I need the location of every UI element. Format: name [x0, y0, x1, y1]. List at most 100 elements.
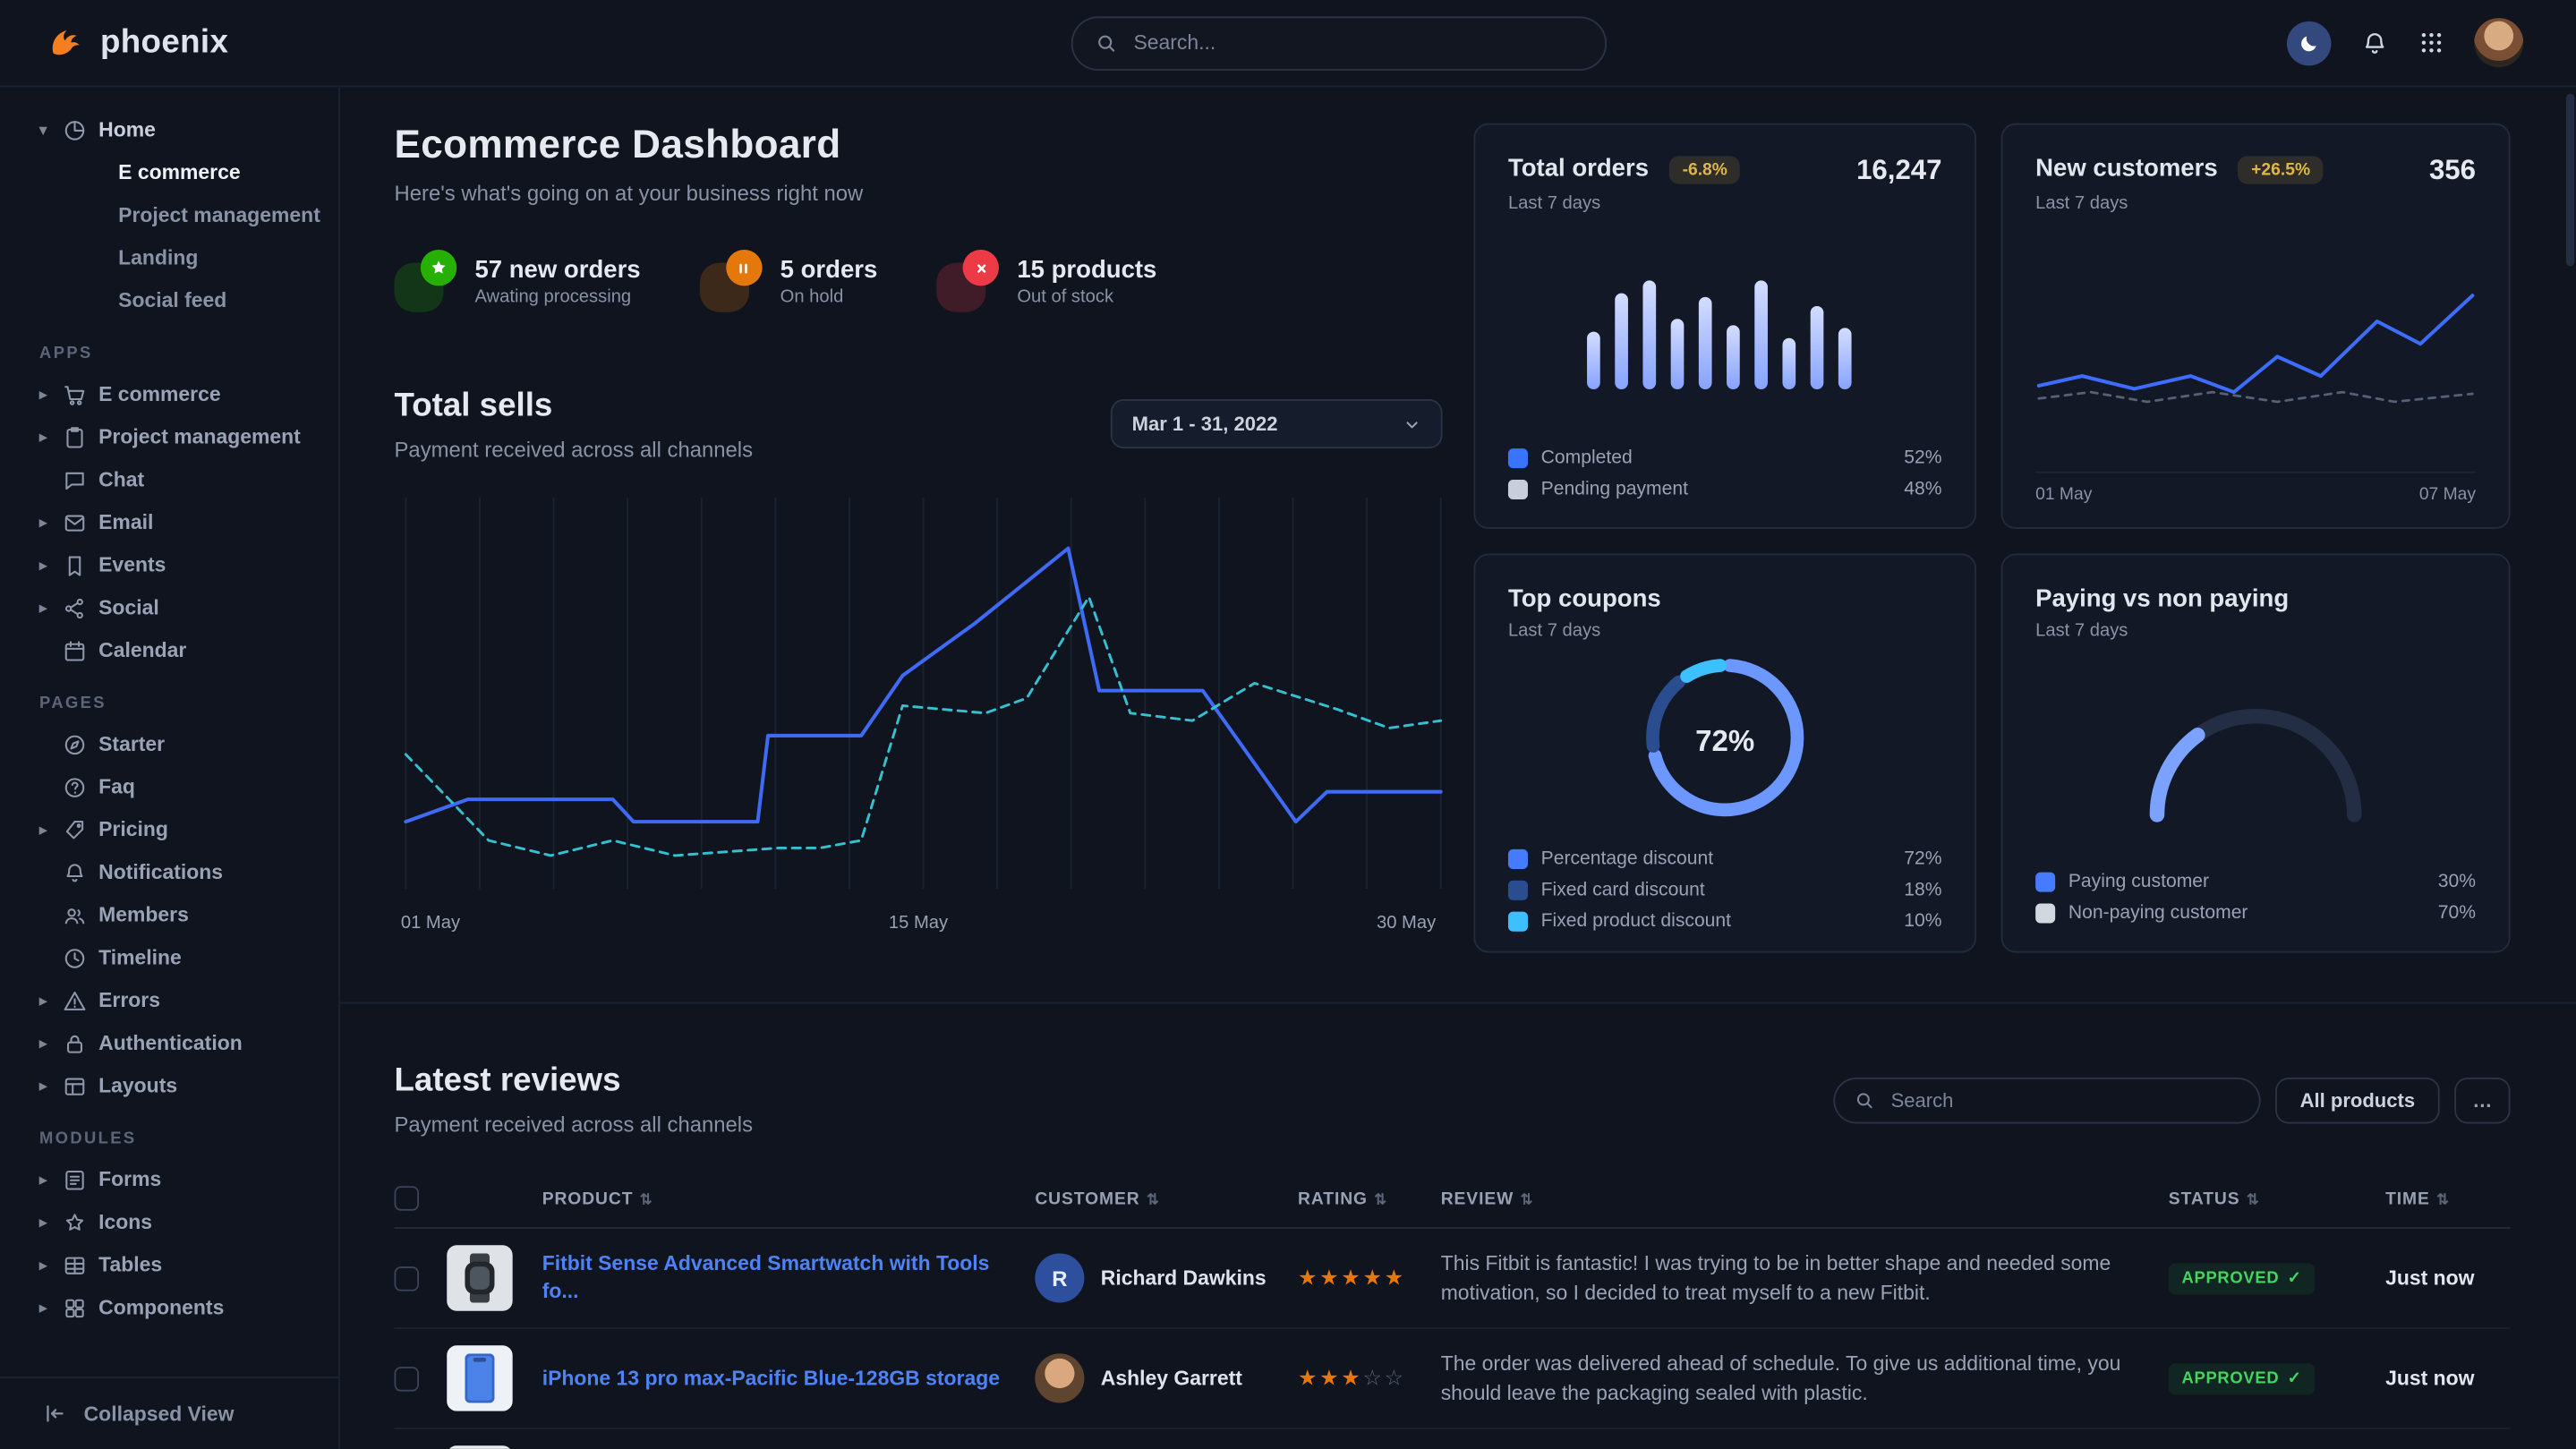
select-all-checkbox[interactable]	[395, 1186, 420, 1211]
collapse-view-button[interactable]: Collapsed View	[0, 1377, 338, 1449]
sidebar-item-starter[interactable]: Starter	[0, 723, 338, 766]
sidebar-item-timeline[interactable]: Timeline	[0, 936, 338, 979]
sidebar-item-label: Timeline	[98, 946, 182, 969]
sidebar-item-label: Email	[98, 511, 153, 534]
stat-value: 5 orders	[780, 255, 878, 283]
customer-cell[interactable]: RRichard Dawkins	[1035, 1253, 1298, 1302]
caret-right-icon: ▸	[39, 1299, 63, 1317]
notifications-button[interactable]	[2361, 29, 2389, 56]
sort-icon: ⇅	[2436, 1190, 2450, 1206]
column-header-product[interactable]: PRODUCT⇅	[447, 1173, 1035, 1228]
x-tick: 01 May	[401, 914, 460, 933]
brand[interactable]: phoenix	[46, 23, 228, 63]
sidebar-item-email[interactable]: ▸Email	[0, 501, 338, 544]
sidebar-item-members[interactable]: Members	[0, 893, 338, 936]
all-products-filter-button[interactable]: All products	[2275, 1077, 2440, 1122]
legend-value: 48%	[1904, 479, 1941, 499]
card-title: Paying vs non paying	[2035, 584, 2289, 612]
sidebar-item-home[interactable]: ▾Home	[0, 108, 338, 151]
grid-icon	[2418, 30, 2444, 55]
review-text: The order was delivered ahead of schedul…	[1441, 1349, 2169, 1409]
date-range-select[interactable]: Mar 1 - 31, 2022	[1111, 399, 1443, 448]
sidebar-item-pricing[interactable]: ▸Pricing	[0, 808, 338, 851]
sidebar-item-chat[interactable]: Chat	[0, 458, 338, 501]
sidebar-item-forms[interactable]: ▸Forms	[0, 1158, 338, 1201]
sidebar-item-e-commerce[interactable]: ▸E commerce	[0, 373, 338, 416]
product-thumbnail[interactable]	[447, 1445, 512, 1449]
legend-value: 18%	[1904, 880, 1941, 899]
reviews-search[interactable]	[1833, 1077, 2260, 1122]
apps-grid-button[interactable]	[2418, 30, 2444, 55]
x-tick: 30 May	[1377, 914, 1436, 933]
product-thumbnail[interactable]	[447, 1245, 512, 1310]
sidebar-item-icons[interactable]: ▸Icons	[0, 1201, 338, 1244]
brand-name: phoenix	[100, 24, 228, 62]
product-thumbnail[interactable]	[447, 1345, 512, 1411]
column-header-rating[interactable]: RATING⇅	[1298, 1173, 1441, 1228]
sidebar-item-errors[interactable]: ▸Errors	[0, 979, 338, 1022]
column-header-review[interactable]: REVIEW⇅	[1441, 1173, 2169, 1228]
customer-avatar: R	[1035, 1253, 1084, 1302]
latest-reviews-section: Latest reviews Payment received across a…	[340, 1002, 2576, 1449]
reviews-search-input[interactable]	[1888, 1087, 2239, 1112]
card-top-coupons: Top coupons Last 7 days 72% Percentage d…	[1473, 554, 1976, 953]
customer-name: Ashley Garrett	[1101, 1367, 1242, 1390]
sidebar-item-faq[interactable]: Faq	[0, 765, 338, 808]
row-checkbox[interactable]	[395, 1366, 420, 1391]
sidebar-nav: ▾HomeE commerceProject managementLanding…	[0, 108, 338, 1377]
review-time: Just now	[2385, 1367, 2474, 1390]
stat-15-products: 15 productsOut of stock	[936, 250, 1156, 312]
table-row-partial	[395, 1428, 2511, 1449]
x-tick: 07 May	[2419, 484, 2476, 504]
total-sells-subtitle: Payment received across all channels	[395, 437, 754, 462]
app-window: phoenix	[0, 0, 2576, 1449]
row-checkbox[interactable]	[395, 1266, 420, 1291]
sidebar-item-tables[interactable]: ▸Tables	[0, 1243, 338, 1286]
sidebar-section-label: PAGES	[39, 695, 338, 712]
column-header-customer[interactable]: CUSTOMER⇅	[1035, 1173, 1298, 1228]
page-title: Ecommerce Dashboard	[395, 124, 1443, 169]
global-search-input[interactable]	[1130, 30, 1582, 55]
sidebar-item-label: Home	[98, 118, 156, 141]
legend-label: Non-paying customer	[2068, 903, 2248, 923]
scrollbar-thumb[interactable]	[2566, 94, 2574, 267]
legend-swatch	[1508, 479, 1528, 499]
customer-cell[interactable]: Ashley Garrett	[1035, 1353, 1298, 1402]
sidebar-item-components[interactable]: ▸Components	[0, 1286, 338, 1329]
sidebar-item-calendar[interactable]: Calendar	[0, 629, 338, 672]
trend-badge: +26.5%	[2238, 155, 2323, 183]
more-options-button[interactable]: …	[2454, 1077, 2510, 1122]
calendar-icon	[63, 638, 98, 663]
reviews-subtitle: Payment received across all channels	[395, 1112, 754, 1138]
caret-right-icon: ▸	[39, 992, 63, 1010]
sidebar-subitem-landing[interactable]: Landing	[0, 236, 338, 279]
sidebar-item-authentication[interactable]: ▸Authentication	[0, 1022, 338, 1065]
caret-right-icon: ▸	[39, 1034, 63, 1052]
sidebar-subitem-project-management[interactable]: Project management	[0, 194, 338, 237]
collapse-label: Collapsed View	[84, 1402, 235, 1426]
sidebar-item-social[interactable]: ▸Social	[0, 586, 338, 629]
stat-caption: Out of stock	[1017, 286, 1156, 306]
sort-icon: ⇅	[1374, 1190, 1387, 1206]
column-header-time[interactable]: TIME⇅	[2385, 1173, 2510, 1228]
sidebar-subitem-social-feed[interactable]: Social feed	[0, 279, 338, 322]
user-avatar[interactable]	[2474, 18, 2523, 67]
users-icon	[63, 903, 98, 928]
sidebar-item-events[interactable]: ▸Events	[0, 544, 338, 587]
column-header-status[interactable]: STATUS⇅	[2169, 1173, 2385, 1228]
product-link[interactable]: Fitbit Sense Advanced Smartwatch with To…	[542, 1250, 1036, 1306]
sidebar-item-layouts[interactable]: ▸Layouts	[0, 1064, 338, 1107]
status-badge: APPROVED ✓	[2169, 1263, 2316, 1294]
bell-icon	[2361, 29, 2389, 56]
sidebar-item-project-management[interactable]: ▸Project management	[0, 415, 338, 458]
legend-swatch	[2035, 903, 2055, 923]
total-sells-svg	[395, 494, 1443, 899]
legend-value: 30%	[2438, 872, 2476, 891]
theme-toggle-button[interactable]	[2287, 21, 2332, 65]
global-search[interactable]	[1071, 15, 1607, 70]
sidebar-subitem-e-commerce[interactable]: E commerce	[0, 151, 338, 194]
card-period: Last 7 days	[2035, 194, 2476, 214]
sidebar-item-notifications[interactable]: Notifications	[0, 851, 338, 894]
product-link[interactable]: iPhone 13 pro max-Pacific Blue-128GB sto…	[542, 1364, 1036, 1392]
legend-label: Fixed card discount	[1541, 880, 1705, 899]
